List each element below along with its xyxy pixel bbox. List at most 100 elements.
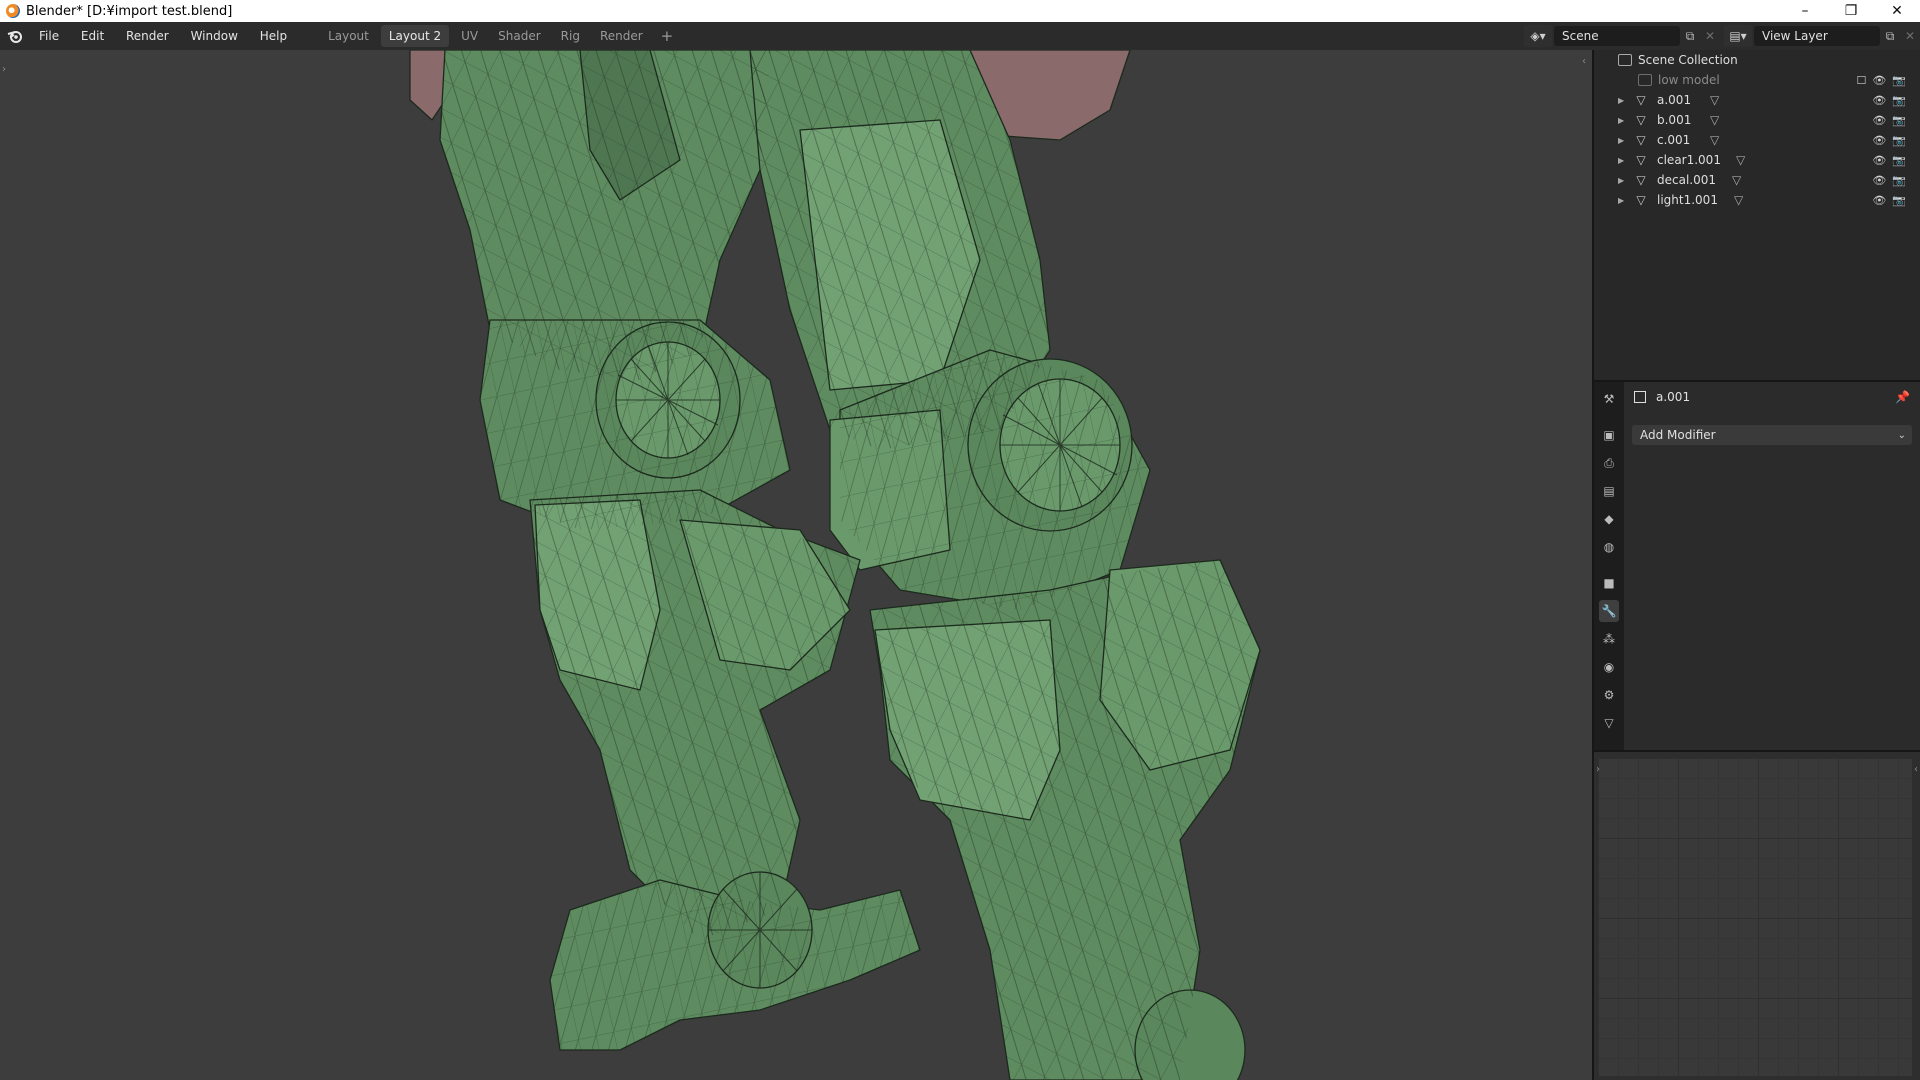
3d-viewport[interactable]: › ‹ xyxy=(0,50,1592,1080)
object-visibility-toggles: 👁 📷 xyxy=(1872,94,1906,107)
mesh-data-icon[interactable]: ▽ xyxy=(1736,153,1745,167)
menu-file[interactable]: File xyxy=(30,29,68,43)
top-bar: File Edit Render Window Help Layout Layo… xyxy=(0,22,1920,51)
object-tab-icon[interactable]: ■ xyxy=(1599,572,1619,594)
outliner-object-row[interactable]: ▶ ▽ a.001 ▽ 👁 📷 xyxy=(1594,90,1920,110)
outliner-collection-low-model[interactable]: low model ☐ 👁 📷 xyxy=(1594,70,1920,90)
pin-icon[interactable]: 📌 xyxy=(1895,390,1910,404)
mesh-object-icon: ▽ xyxy=(1636,133,1646,147)
menu-window[interactable]: Window xyxy=(182,29,247,43)
expand-arrow-icon[interactable]: ▶ xyxy=(1618,136,1624,145)
eye-icon[interactable]: 👁 xyxy=(1872,134,1886,147)
eye-icon[interactable]: 👁 xyxy=(1872,194,1886,207)
outliner-object-row[interactable]: ▶ ▽ c.001 ▽ 👁 📷 xyxy=(1594,130,1920,150)
add-workspace-button[interactable]: + xyxy=(655,27,680,45)
camera-icon[interactable]: 📷 xyxy=(1892,94,1906,107)
menu-help[interactable]: Help xyxy=(251,29,296,43)
window-title: Blender* [D:¥import test.blend] xyxy=(26,3,233,19)
add-modifier-dropdown[interactable]: Add Modifier ⌄ xyxy=(1632,425,1912,445)
tab-uv[interactable]: UV xyxy=(453,25,486,47)
scene-browse-icon[interactable]: ◈▾ xyxy=(1524,25,1552,47)
properties-tabs: ⚒ ▣ ⎙ ▤ ◆ ◍ ■ 🔧 ⁂ ◉ ⚙ ▽ xyxy=(1594,382,1624,750)
scene-tab-icon[interactable]: ◆ xyxy=(1599,508,1619,530)
tab-render[interactable]: Render xyxy=(592,25,651,47)
object-name: decal.001 xyxy=(1657,173,1717,187)
region-expand-left-icon[interactable]: › xyxy=(1596,764,1600,775)
camera-icon[interactable]: 📷 xyxy=(1892,74,1906,87)
mech-legs-wireframe-model xyxy=(409,50,1261,1080)
tab-layout-2[interactable]: Layout 2 xyxy=(380,25,450,47)
mesh-object-icon: ▽ xyxy=(1636,173,1646,187)
camera-icon[interactable]: 📷 xyxy=(1892,194,1906,207)
mesh-data-tab-icon[interactable]: ▽ xyxy=(1599,712,1619,734)
properties-header: a.001 xyxy=(1634,390,1690,404)
tab-rig[interactable]: Rig xyxy=(553,25,588,47)
object-name: b.001 xyxy=(1657,113,1692,127)
mesh-data-icon[interactable]: ▽ xyxy=(1732,173,1741,187)
tab-layout[interactable]: Layout xyxy=(320,25,377,47)
close-button[interactable]: ✕ xyxy=(1874,0,1920,22)
mesh-object-icon: ▽ xyxy=(1636,93,1646,107)
mesh-data-icon[interactable]: ▽ xyxy=(1734,193,1743,207)
view-layer-browse-icon[interactable]: ▤▾ xyxy=(1724,25,1752,47)
outliner-object-row[interactable]: ▶ ▽ light1.001 ▽ 👁 📷 xyxy=(1594,190,1920,210)
mesh-data-icon[interactable]: ▽ xyxy=(1710,113,1719,127)
outliner-panel: Scene Collection low model ☐ 👁 📷 ▶ ▽ a.0… xyxy=(1594,50,1920,380)
eye-icon[interactable]: 👁 xyxy=(1872,94,1886,107)
expand-arrow-icon[interactable]: ▶ xyxy=(1618,156,1624,165)
delete-scene-icon[interactable]: ✕ xyxy=(1700,29,1720,43)
menu-edit[interactable]: Edit xyxy=(72,29,113,43)
tool-tab-icon[interactable]: ⚒ xyxy=(1599,388,1619,410)
add-modifier-label: Add Modifier xyxy=(1640,428,1716,442)
expand-arrow-icon[interactable]: ▶ xyxy=(1618,116,1624,125)
scene-name-field[interactable]: Scene xyxy=(1554,26,1680,46)
tab-shader[interactable]: Shader xyxy=(490,25,549,47)
expand-arrow-icon[interactable]: ▶ xyxy=(1618,176,1624,185)
modifier-tab-icon[interactable]: 🔧 xyxy=(1599,600,1619,622)
camera-icon[interactable]: 📷 xyxy=(1892,174,1906,187)
maximize-button[interactable]: ❐ xyxy=(1828,0,1874,22)
view-layer-tab-icon[interactable]: ▤ xyxy=(1599,480,1619,502)
menu-render[interactable]: Render xyxy=(117,29,178,43)
eye-icon[interactable]: 👁 xyxy=(1872,154,1886,167)
camera-icon[interactable]: 📷 xyxy=(1892,134,1906,147)
mesh-data-icon[interactable]: ▽ xyxy=(1710,93,1719,107)
sidebar-expand-icon[interactable]: ‹ xyxy=(1582,56,1586,67)
view-layer-field[interactable]: View Layer xyxy=(1754,26,1880,46)
toolbar-expand-icon[interactable]: › xyxy=(2,64,6,75)
editor-grid xyxy=(1598,758,1912,1076)
delete-view-layer-icon[interactable]: ✕ xyxy=(1900,29,1920,43)
outliner-object-row[interactable]: ▶ ▽ b.001 ▽ 👁 📷 xyxy=(1594,110,1920,130)
new-scene-icon[interactable]: ⧉ xyxy=(1680,29,1700,44)
exclude-checkbox-icon[interactable]: ☐ xyxy=(1856,74,1866,87)
expand-arrow-icon[interactable]: ▶ xyxy=(1618,96,1624,105)
particles-tab-icon[interactable]: ⁂ xyxy=(1599,628,1619,650)
collection-icon xyxy=(1638,74,1652,86)
expand-arrow-icon[interactable]: ▶ xyxy=(1618,196,1624,205)
object-visibility-toggles: 👁 📷 xyxy=(1872,194,1906,207)
mesh-data-icon[interactable]: ▽ xyxy=(1710,133,1719,147)
output-tab-icon[interactable]: ⎙ xyxy=(1599,452,1619,474)
physics-tab-icon[interactable]: ◉ xyxy=(1599,656,1619,678)
object-visibility-toggles: 👁 📷 xyxy=(1872,174,1906,187)
object-square-icon xyxy=(1634,391,1646,403)
new-view-layer-icon[interactable]: ⧉ xyxy=(1880,29,1900,44)
grid-editor-panel[interactable]: › ‹ xyxy=(1594,752,1920,1080)
world-tab-icon[interactable]: ◍ xyxy=(1599,536,1619,558)
scene-selector-group: ◈▾ Scene ⧉ ✕ ▤▾ View Layer ⧉ ✕ xyxy=(1524,25,1920,47)
outliner-scene-collection[interactable]: Scene Collection xyxy=(1594,50,1920,70)
camera-icon[interactable]: 📷 xyxy=(1892,154,1906,167)
outliner-object-row[interactable]: ▶ ▽ decal.001 ▽ 👁 📷 xyxy=(1594,170,1920,190)
minimize-button[interactable]: – xyxy=(1782,0,1828,22)
constraints-tab-icon[interactable]: ⚙ xyxy=(1599,684,1619,706)
camera-icon[interactable]: 📷 xyxy=(1892,114,1906,127)
outliner-object-row[interactable]: ▶ ▽ clear1.001 ▽ 👁 📷 xyxy=(1594,150,1920,170)
properties-panel: ⚒ ▣ ⎙ ▤ ◆ ◍ ■ 🔧 ⁂ ◉ ⚙ ▽ a.001 📌 Add Modi… xyxy=(1594,382,1920,750)
region-expand-right-icon[interactable]: ‹ xyxy=(1914,764,1918,775)
mesh-object-icon: ▽ xyxy=(1636,193,1646,207)
blender-logo-icon[interactable] xyxy=(0,22,30,50)
eye-icon[interactable]: 👁 xyxy=(1872,114,1886,127)
eye-icon[interactable]: 👁 xyxy=(1872,74,1886,87)
render-tab-icon[interactable]: ▣ xyxy=(1599,424,1619,446)
eye-icon[interactable]: 👁 xyxy=(1872,174,1886,187)
